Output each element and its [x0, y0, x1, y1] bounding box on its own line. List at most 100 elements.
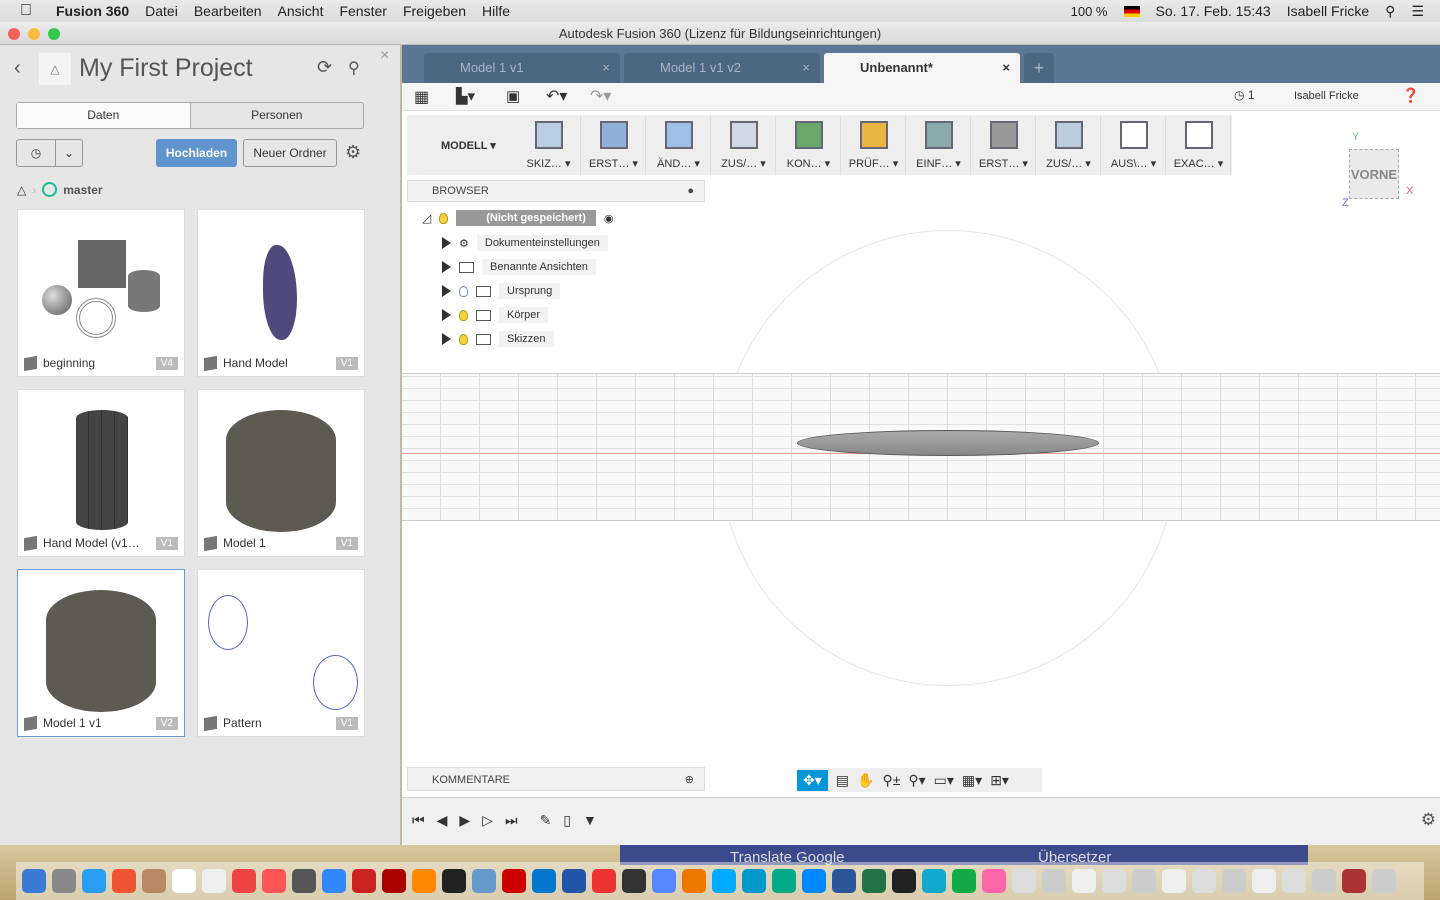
- menu-fenster[interactable]: Fenster: [339, 3, 386, 19]
- root-component-label[interactable]: (Nicht gespeichert): [456, 210, 596, 226]
- job-status[interactable]: ◷ 1: [1234, 88, 1255, 102]
- tab-model-1-v1[interactable]: Model 1 v1 ×: [424, 53, 620, 83]
- file-card-model-1[interactable]: Model 1 V1: [197, 389, 365, 557]
- dock-app-icon[interactable]: [172, 869, 196, 893]
- dock-app-icon[interactable]: [1042, 869, 1066, 893]
- menu-app[interactable]: Fusion 360: [56, 3, 129, 19]
- ribbon-group-9[interactable]: AUS\… ▾: [1102, 115, 1166, 175]
- file-card-beginning[interactable]: beginning V4: [17, 209, 185, 377]
- dock-app-icon[interactable]: [742, 869, 766, 893]
- ribbon-group-1[interactable]: ERST… ▾: [582, 115, 646, 175]
- upload-button[interactable]: Hochladen: [156, 139, 237, 167]
- dock-app-icon[interactable]: [982, 869, 1006, 893]
- dock-app-icon[interactable]: [1342, 869, 1366, 893]
- dock-app-icon[interactable]: [112, 869, 136, 893]
- ribbon-group-5[interactable]: PRÜF… ▾: [842, 115, 906, 175]
- chevron-down-icon[interactable]: ⌄: [56, 140, 82, 166]
- ribbon-group-2[interactable]: ÄND… ▾: [647, 115, 711, 175]
- tab-unbenannt[interactable]: Unbenannt* ×: [824, 53, 1020, 83]
- close-tab-icon[interactable]: ×: [802, 53, 810, 83]
- file-card-hand-model[interactable]: Hand Model V1: [197, 209, 365, 377]
- file-card-pattern[interactable]: Pattern V1: [197, 569, 365, 737]
- dock-app-icon[interactable]: [292, 869, 316, 893]
- settings-gear-icon[interactable]: ⚙: [345, 142, 361, 163]
- grid-settings-icon[interactable]: ▦▾: [962, 772, 982, 789]
- menubar-user[interactable]: Isabell Fricke: [1287, 3, 1369, 19]
- close-tab-icon[interactable]: ×: [602, 53, 610, 83]
- tab-model-1-v1-v2[interactable]: Model 1 v1 v2 ×: [624, 53, 820, 83]
- dock-app-icon[interactable]: [532, 869, 556, 893]
- file-icon[interactable]: ▙▾: [456, 87, 475, 105]
- dock-app-icon[interactable]: [922, 869, 946, 893]
- menu-bearbeiten[interactable]: Bearbeiten: [194, 3, 262, 19]
- dock-app-icon[interactable]: [892, 869, 916, 893]
- ribbon-group-3[interactable]: ZUS/… ▾: [712, 115, 776, 175]
- save-icon[interactable]: ▣: [506, 87, 520, 105]
- dock-app-icon[interactable]: [1252, 869, 1276, 893]
- dock-app-icon[interactable]: [502, 869, 526, 893]
- dock-app-icon[interactable]: [772, 869, 796, 893]
- dock-app-icon[interactable]: [1102, 869, 1126, 893]
- dock-app-icon[interactable]: [82, 869, 106, 893]
- history-icon[interactable]: ◷: [17, 140, 56, 166]
- comments-panel-header[interactable]: KOMMENTARE ⊕: [407, 767, 705, 791]
- tab-daten[interactable]: Daten: [17, 103, 191, 128]
- browser-panel-header[interactable]: BROWSER ●: [407, 180, 705, 202]
- menu-hilfe[interactable]: Hilfe: [482, 3, 510, 19]
- close-tab-icon[interactable]: ×: [1002, 53, 1010, 83]
- dock-app-icon[interactable]: [562, 869, 586, 893]
- tab-personen[interactable]: Personen: [191, 103, 364, 128]
- dock-app-icon[interactable]: [1222, 869, 1246, 893]
- menu-datei[interactable]: Datei: [145, 3, 178, 19]
- dock-app-icon[interactable]: [472, 869, 496, 893]
- file-card-hand-model-v1[interactable]: Hand Model (v1… V1: [17, 389, 185, 557]
- menu-ansicht[interactable]: Ansicht: [278, 3, 324, 19]
- help-icon[interactable]: ❓: [1402, 87, 1419, 104]
- viewcube[interactable]: VORNE: [1349, 149, 1399, 199]
- menu-freigeben[interactable]: Freigeben: [403, 3, 466, 19]
- browser-item-skizzen[interactable]: Skizzen: [442, 331, 554, 347]
- ribbon-group-6[interactable]: EINF… ▾: [907, 115, 971, 175]
- dock-app-icon[interactable]: [22, 869, 46, 893]
- fit-icon[interactable]: ⚲▾: [908, 772, 925, 789]
- dock-app-icon[interactable]: [592, 869, 616, 893]
- dock-app-icon[interactable]: [322, 869, 346, 893]
- browser-root[interactable]: ◿ (Nicht gespeichert) ◉: [422, 210, 613, 226]
- dock-app-icon[interactable]: [262, 869, 286, 893]
- next-step-icon[interactable]: ▷: [482, 812, 493, 829]
- viewports-icon[interactable]: ⊞▾: [990, 772, 1009, 789]
- flag-de-icon[interactable]: [1123, 5, 1140, 17]
- apple-icon[interactable]: : [20, 2, 32, 20]
- look-at-icon[interactable]: ▤: [836, 772, 849, 789]
- dock-app-icon[interactable]: [232, 869, 256, 893]
- browser-item-dokumenteinstellungen[interactable]: ⚙ Dokumenteinstellungen: [442, 235, 608, 251]
- data-panel-grid-icon[interactable]: ▦: [414, 87, 429, 107]
- dock-app-icon[interactable]: [802, 869, 826, 893]
- ribbon-group-4[interactable]: KON… ▾: [777, 115, 841, 175]
- timeline-settings-icon[interactable]: ⚙: [1421, 810, 1436, 830]
- dock-app-icon[interactable]: [622, 869, 646, 893]
- dock-app-icon[interactable]: [862, 869, 886, 893]
- ribbon-group-7[interactable]: ERST… ▾: [972, 115, 1036, 175]
- dock-app-icon[interactable]: [1132, 869, 1156, 893]
- hub-icon[interactable]: △: [17, 183, 26, 197]
- close-window-button[interactable]: [8, 28, 20, 40]
- dock-app-icon[interactable]: [1072, 869, 1096, 893]
- close-panel-icon[interactable]: ×: [380, 47, 389, 65]
- first-step-icon[interactable]: ⏮: [412, 812, 425, 829]
- dock-app-icon[interactable]: [442, 869, 466, 893]
- zoom-window-button[interactable]: [48, 28, 60, 40]
- previous-step-icon[interactable]: ◀: [437, 812, 448, 829]
- dock-app-icon[interactable]: [1192, 869, 1216, 893]
- dock-app-icon[interactable]: [352, 869, 376, 893]
- timeline-marker[interactable]: ▼: [583, 812, 597, 829]
- sketch-feature-icon[interactable]: ✎: [540, 812, 552, 829]
- undo-icon[interactable]: ↶▾: [546, 86, 567, 106]
- redo-icon[interactable]: ↷▾: [590, 86, 611, 106]
- dock-app-icon[interactable]: [52, 869, 76, 893]
- new-tab-button[interactable]: +: [1024, 53, 1054, 83]
- browser-item-koerper[interactable]: Körper: [442, 307, 549, 323]
- new-folder-button[interactable]: Neuer Ordner: [243, 139, 337, 167]
- dock-app-icon[interactable]: [1312, 869, 1336, 893]
- dock-app-icon[interactable]: [412, 869, 436, 893]
